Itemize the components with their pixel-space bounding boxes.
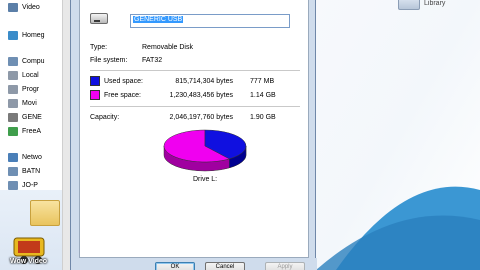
network-computer-icon (8, 181, 18, 190)
drive-letter-label: Drive L: (193, 176, 218, 183)
desktop-background (316, 0, 480, 270)
nav-item-label: JO-P (22, 182, 38, 189)
dialog-button-bar: OK Cancel Apply (71, 258, 317, 270)
drive-icon (8, 99, 18, 108)
free-space-bytes: 1,230,483,456 bytes (169, 92, 233, 99)
type-value: Removable Disk (142, 44, 193, 51)
removable-drive-icon (90, 13, 108, 24)
capacity-bytes: 2,046,197,760 bytes (169, 114, 233, 121)
library-icon (398, 0, 420, 10)
nav-item-label: Compu (22, 58, 45, 65)
drive-icon (8, 85, 18, 94)
library-item[interactable]: Library (392, 0, 452, 12)
homegroup-icon (8, 31, 18, 40)
used-space-bytes: 815,714,304 bytes (175, 78, 233, 85)
nav-item[interactable]: Netwo (8, 152, 42, 163)
nav-item-label: Netwo (22, 154, 42, 161)
nav-item-label: BATN (22, 168, 41, 175)
vertical-scrollbar[interactable] (62, 0, 70, 270)
network-icon (8, 153, 18, 162)
divider (90, 106, 300, 107)
nav-item[interactable]: BATN (8, 166, 41, 177)
file-system-value: FAT32 (142, 57, 163, 64)
nav-item-label: GENE (22, 114, 42, 121)
free-space-size: 1.14 GB (250, 92, 276, 99)
capacity-label: Capacity: (90, 114, 120, 121)
nav-item[interactable]: Compu (8, 56, 45, 67)
usb-drive-icon (8, 113, 18, 122)
drive-name-selected-text: GENERIC USB (133, 16, 184, 23)
drive-name-input[interactable]: GENERIC USB (130, 14, 290, 28)
used-space-row: Used space: 815,714,304 bytes 777 MB (90, 76, 302, 87)
drive-name-row: GENERIC USB (90, 10, 302, 28)
general-tab-panel: GENERIC USB Type: Removable Disk File sy… (79, 0, 309, 258)
divider (90, 70, 300, 71)
apply-button[interactable]: Apply (265, 262, 305, 270)
nav-item-label: Homeg (22, 32, 45, 39)
drive-properties-dialog: GENERIC USB Type: Removable Disk File sy… (70, 0, 317, 270)
computer-icon (8, 57, 18, 66)
nav-item[interactable]: FreeA (8, 126, 42, 137)
nav-item[interactable]: GENE (8, 112, 42, 123)
cancel-button[interactable]: Cancel (205, 262, 245, 270)
used-space-size: 777 MB (250, 78, 275, 85)
nav-item[interactable]: Movi (8, 98, 37, 109)
free-space-label: Free space: (104, 92, 141, 99)
folder-icon (30, 200, 60, 226)
used-space-swatch (90, 76, 100, 86)
watermark-text: Wow Video (10, 258, 48, 265)
free-space-swatch (90, 90, 100, 100)
nav-item[interactable]: Local (8, 70, 39, 81)
nav-item-label: Movi (22, 100, 37, 107)
network-computer-icon (8, 167, 18, 176)
type-label: Type: (90, 44, 108, 51)
ok-button[interactable]: OK (155, 262, 195, 270)
nav-item-label: FreeA (22, 128, 42, 135)
used-space-label: Used space: (104, 78, 143, 85)
nav-item-label: Video (22, 4, 40, 11)
nav-item-label: Progr (22, 86, 40, 93)
disk-usage-pie-chart (163, 129, 247, 172)
capacity-row: Capacity: 2,046,197,760 bytes 1.90 GB (90, 112, 302, 123)
capacity-size: 1.90 GB (250, 114, 276, 121)
network-drive-icon (8, 127, 18, 136)
free-space-row: Free space: 1,230,483,456 bytes 1.14 GB (90, 90, 302, 101)
local-disk-icon (8, 71, 18, 80)
file-system-label: File system: (90, 57, 128, 64)
nav-item[interactable]: Progr (8, 84, 40, 95)
video-library-icon (8, 3, 18, 12)
nav-item[interactable]: Video (8, 2, 40, 13)
library-label: Library (424, 0, 446, 7)
nav-item[interactable]: Homeg (8, 30, 45, 41)
nav-item-label: Local (22, 72, 39, 79)
